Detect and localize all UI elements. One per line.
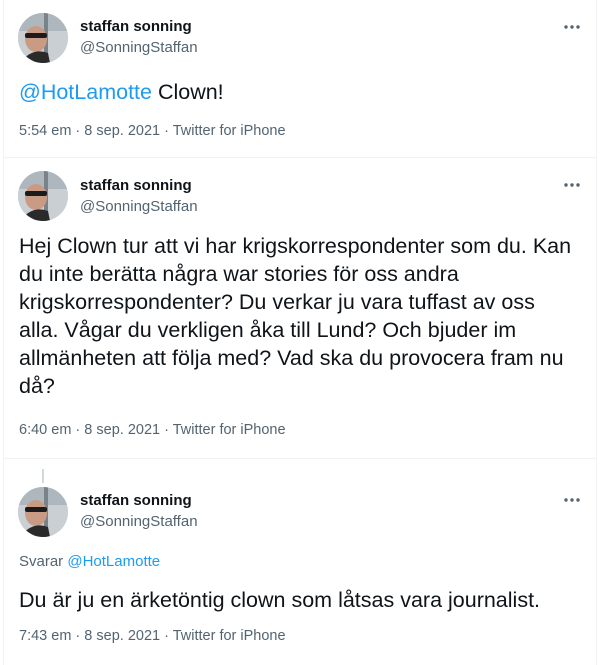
tweet-meta: 7:43 em · 8 sep. 2021 · Twitter for iPho… [19,628,286,644]
user-handle[interactable]: @SonningStaffan [80,198,198,215]
user-handle[interactable]: @SonningStaffan [80,39,198,56]
more-dots-icon[interactable] [562,20,582,34]
more-dots-icon[interactable] [562,493,582,507]
avatar[interactable] [18,171,68,221]
tweet-text: Hej Clown tur att vi har krigskorrespond… [19,234,572,398]
tweet-body: Clown! [151,80,224,104]
tweet-date[interactable]: 8 sep. 2021 [84,123,160,139]
tweet-time[interactable]: 6:40 em [19,422,71,438]
reply-label: Svarar [19,553,64,570]
tweet-date[interactable]: 8 sep. 2021 [84,628,160,644]
tweet-date[interactable]: 8 sep. 2021 [84,422,160,438]
avatar[interactable] [18,13,68,63]
reply-mention-link[interactable]: @HotLamotte [67,553,160,570]
tweet-time[interactable]: 7:43 em [19,628,71,644]
mention-link[interactable]: @HotLamotte [19,80,152,104]
thread-line [42,469,44,483]
display-name[interactable]: staffan sonning [80,492,192,509]
tweet-1[interactable]: staffan sonning @SonningStaffan @HotLamo… [3,0,597,158]
tweet-time[interactable]: 5:54 em [19,123,71,139]
tweet-3[interactable]: staffan sonning @SonningStaffan Svarar @… [3,459,597,665]
tweet-2[interactable]: staffan sonning @SonningStaffan Hej Clow… [3,158,597,459]
tweet-meta: 6:40 em · 8 sep. 2021 · Twitter for iPho… [19,422,286,438]
more-dots-icon[interactable] [562,178,582,192]
tweet-source[interactable]: Twitter for iPhone [173,628,286,644]
avatar[interactable] [18,487,68,537]
tweet-text: Du är ju en ärketöntig clown som låtsas … [19,588,541,612]
tweet-meta: 5:54 em · 8 sep. 2021 · Twitter for iPho… [19,123,286,139]
tweet-source[interactable]: Twitter for iPhone [173,123,286,139]
user-handle[interactable]: @SonningStaffan [80,513,198,530]
replying-to: Svarar @HotLamotte [19,553,160,570]
display-name[interactable]: staffan sonning [80,18,192,35]
tweet-text: @HotLamotte Clown! [19,78,578,106]
tweet-source[interactable]: Twitter for iPhone [173,422,286,438]
display-name[interactable]: staffan sonning [80,177,192,194]
